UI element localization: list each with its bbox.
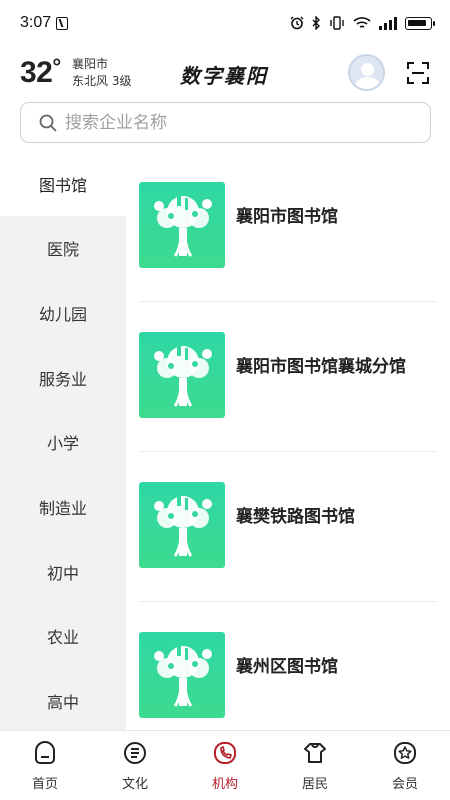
- culture-icon: [124, 742, 146, 764]
- tree-logo-icon: [154, 196, 212, 257]
- search-icon: [39, 114, 57, 132]
- weather-wind: 东北风 3级: [72, 74, 132, 88]
- temperature-unit: °: [52, 54, 61, 79]
- scan-icon[interactable]: [407, 62, 429, 84]
- category-agriculture[interactable]: 农业: [0, 604, 126, 668]
- status-icons: [290, 16, 435, 30]
- organization-name: 襄阳市图书馆襄城分馆: [236, 357, 406, 377]
- category-manufacturing[interactable]: 制造业: [0, 475, 126, 539]
- organization-name: 襄阳市图书馆: [236, 207, 338, 227]
- organization-name: 襄州区图书馆: [236, 657, 338, 677]
- wifi-icon: [353, 17, 371, 28]
- resident-icon: [304, 743, 326, 763]
- member-icon: [394, 742, 416, 764]
- nav-label: 文化: [121, 777, 148, 792]
- nav-resident[interactable]: 居民: [270, 731, 360, 800]
- alarm-icon: [290, 16, 304, 30]
- category-middle-school[interactable]: 初中: [0, 540, 126, 604]
- status-bar: 3:07: [0, 0, 450, 46]
- nav-home[interactable]: 首页: [0, 731, 90, 800]
- category-kindergarten[interactable]: 幼儿园: [0, 281, 126, 345]
- bottom-nav: 首页 文化 机构 居民 会员: [0, 730, 450, 800]
- category-high-school[interactable]: 高中: [0, 669, 126, 733]
- list-item[interactable]: 襄阳市图书馆: [139, 152, 437, 302]
- temperature: 32°: [20, 54, 61, 90]
- weather-city: 襄阳市: [72, 57, 109, 71]
- category-hospital[interactable]: 医院: [0, 216, 126, 280]
- temperature-value: 32: [20, 56, 53, 89]
- organization-name: 襄樊铁路图书馆: [236, 507, 355, 527]
- category-service[interactable]: 服务业: [0, 346, 126, 410]
- battery-icon: [405, 16, 435, 30]
- tree-logo-icon: [154, 646, 212, 707]
- nav-label: 居民: [301, 777, 328, 792]
- list-item[interactable]: 襄州区图书馆: [139, 602, 437, 730]
- nfc-icon: [56, 16, 69, 30]
- nav-label: 首页: [31, 777, 58, 792]
- vibrate-icon: [330, 16, 344, 30]
- nav-culture[interactable]: 文化: [90, 731, 180, 800]
- library-tree-logo: [139, 482, 225, 568]
- signal-icon: [379, 16, 397, 30]
- avatar[interactable]: [348, 54, 385, 91]
- header: 32° 襄阳市 东北风 3级 数字襄阳: [0, 46, 450, 102]
- nav-member[interactable]: 会员: [360, 731, 450, 800]
- organization-icon: [214, 742, 236, 764]
- tree-logo-icon: [154, 496, 212, 557]
- avatar-shoulder: [355, 77, 380, 89]
- status-time: 3:07: [20, 14, 52, 31]
- search-bar[interactable]: [20, 102, 431, 143]
- nav-label: 会员: [391, 777, 418, 792]
- organization-list: 襄阳市图书馆 襄阳市图书馆襄城分馆 襄樊铁路图书馆 襄州区图书馆: [126, 152, 450, 730]
- nav-label: 机构: [211, 777, 238, 792]
- app-title: 数字襄阳: [180, 64, 268, 88]
- bluetooth-icon: [312, 16, 320, 30]
- library-tree-logo: [139, 632, 225, 718]
- tree-logo-icon: [154, 346, 212, 407]
- home-icon: [35, 741, 55, 764]
- category-sidebar: 图书馆 医院 幼儿园 服务业 小学 制造业 初中 农业 高中: [0, 152, 126, 730]
- search-input[interactable]: [65, 112, 395, 133]
- weather-info: 襄阳市 东北风 3级: [72, 56, 131, 90]
- list-item[interactable]: 襄阳市图书馆襄城分馆: [139, 302, 437, 452]
- category-primary-school[interactable]: 小学: [0, 410, 126, 474]
- avatar-head: [361, 63, 374, 76]
- list-item[interactable]: 襄樊铁路图书馆: [139, 452, 437, 602]
- library-tree-logo: [139, 332, 225, 418]
- category-library[interactable]: 图书馆: [0, 152, 126, 216]
- nav-organization[interactable]: 机构: [180, 731, 270, 800]
- library-tree-logo: [139, 182, 225, 268]
